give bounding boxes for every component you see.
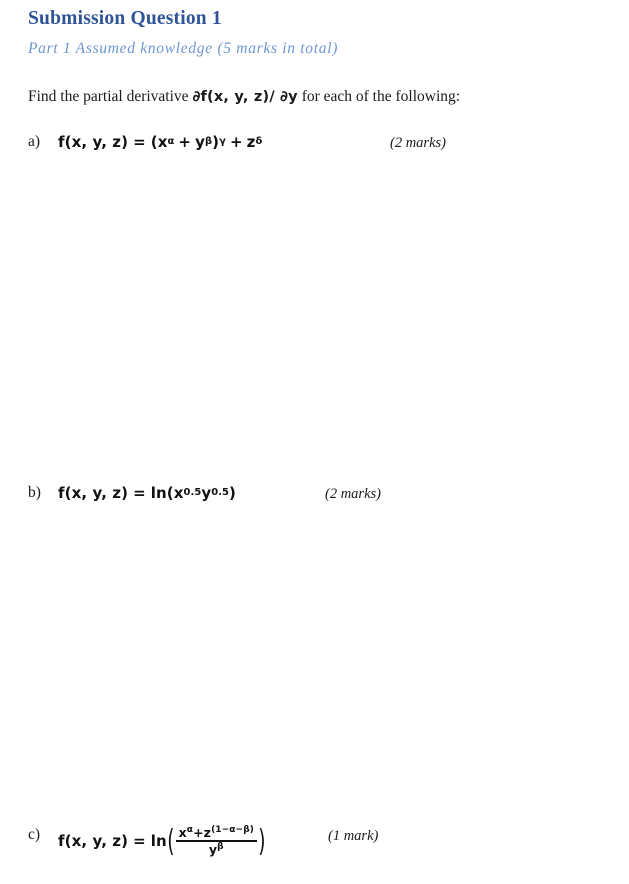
den-exponent-beta-c: β <box>217 841 224 852</box>
base-z-a: z <box>246 133 256 151</box>
plus-sign-2-a: + <box>229 133 243 151</box>
function-name-b: f(x, y, z) <box>58 484 129 502</box>
document-page: Submission Question 1 Part 1 Assumed kno… <box>0 0 629 884</box>
function-name-c: f(x, y, z) <box>58 832 129 850</box>
question-label-c: c) <box>28 826 41 843</box>
base-x-b: x <box>173 484 184 502</box>
den-base-y-c: y <box>208 841 218 857</box>
open-paren-a: ( <box>150 133 158 151</box>
question-expression-a: f(x, y, z) = (x α + y β) γ + z δ <box>58 133 263 151</box>
num-plus-c: + <box>193 825 204 841</box>
close-paren-b: ) <box>229 484 236 502</box>
page-subtitle: Part 1 Assumed knowledge (5 marks in tot… <box>28 40 339 57</box>
question-expression-b: f(x, y, z) = ln(x 0.5 y 0.5) <box>58 484 236 502</box>
base-y-a: y <box>195 133 205 151</box>
marks-allocation-b: (2 marks) <box>325 486 381 502</box>
question-item-c: c) f(x, y, z) = ln ( xα+z(1−α−β) yβ ) <box>28 824 266 859</box>
fraction-numerator-c: xα+z(1−α−β) <box>176 826 257 840</box>
marks-allocation-a: (2 marks) <box>390 135 446 151</box>
plus-sign-a: + <box>178 133 192 151</box>
instruction-math: ∂f(x, y, z)/ ∂y <box>192 89 298 105</box>
marks-allocation-c: (1 mark) <box>328 828 379 844</box>
equals-sign-c: = <box>133 832 146 850</box>
ln-function-c: ln <box>150 832 167 850</box>
instruction-lead: Find the partial derivative <box>28 88 193 105</box>
right-paren-c: ) <box>258 824 266 859</box>
num-exponent-expr-c: (1−α−β) <box>211 825 254 836</box>
question-label-b: b) <box>28 484 41 501</box>
equals-sign-a: = <box>133 133 146 151</box>
base-x-a: x <box>157 133 168 151</box>
question-expression-c: f(x, y, z) = ln ( xα+z(1−α−β) yβ ) <box>58 824 266 859</box>
equals-sign-b: = <box>133 484 146 502</box>
page-title: Submission Question 1 <box>28 8 222 29</box>
fraction-c: xα+z(1−α−β) yβ <box>175 826 257 856</box>
question-label-a: a) <box>28 133 41 150</box>
question-item-a: a) f(x, y, z) = (x α + y β) γ + z δ <box>28 133 262 151</box>
instruction-trail: for each of the following: <box>297 88 461 105</box>
fraction-denominator-c: yβ <box>206 842 227 856</box>
instruction-line: Find the partial derivative ∂f(x, y, z)/… <box>28 88 460 106</box>
num-base-x-c: x <box>178 825 187 841</box>
question-item-b: b) f(x, y, z) = ln(x 0.5 y 0.5) <box>28 484 236 502</box>
num-base-z-c: z <box>203 825 212 841</box>
base-y-b: y <box>201 484 212 502</box>
function-name-a: f(x, y, z) <box>58 133 129 151</box>
close-paren-a: ) <box>212 133 220 151</box>
ln-function-b: ln( <box>150 484 174 502</box>
left-paren-c: ( <box>167 824 175 859</box>
